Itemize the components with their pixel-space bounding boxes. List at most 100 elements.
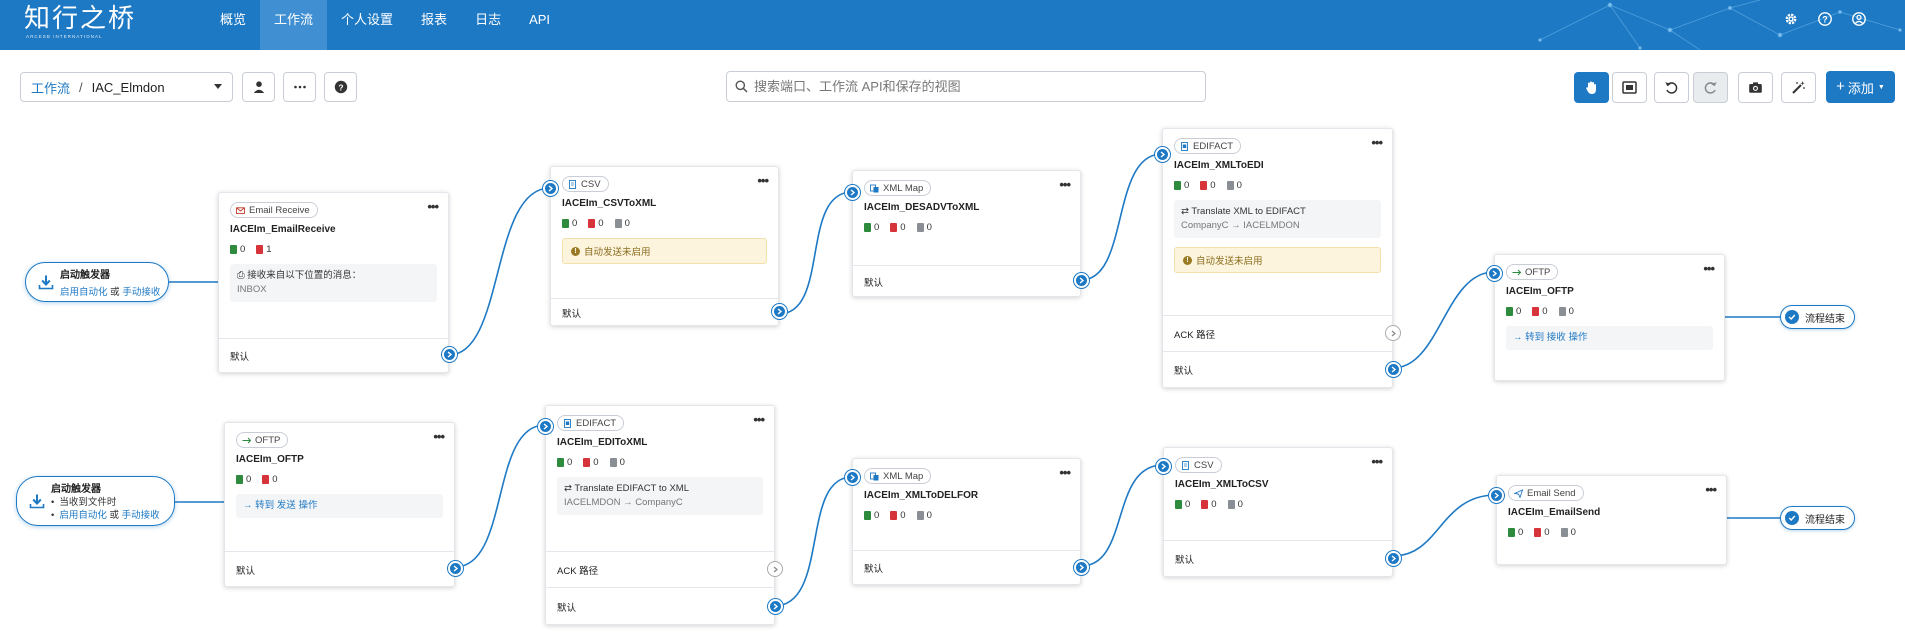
input-port[interactable] <box>538 419 553 434</box>
card-menu-button[interactable]: ••• <box>433 430 445 443</box>
output-port[interactable] <box>1074 560 1089 575</box>
card-menu-button[interactable]: ••• <box>1705 483 1717 496</box>
error-count[interactable]: 1 <box>256 244 272 255</box>
ack-output-port[interactable] <box>768 562 782 576</box>
error-count[interactable]: 0 <box>1200 180 1216 191</box>
snapshot-button[interactable] <box>1738 72 1773 103</box>
manual-receive-link[interactable]: 手动接收 <box>122 510 160 521</box>
input-port[interactable] <box>1487 266 1502 281</box>
success-count[interactable]: 0 <box>1175 499 1190 510</box>
error-count[interactable]: 0 <box>588 218 604 229</box>
input-port[interactable] <box>1489 488 1504 503</box>
manual-receive-link[interactable]: 手动接收 <box>122 287 160 298</box>
card-menu-button[interactable]: ••• <box>1371 136 1383 149</box>
pending-count[interactable]: 0 <box>1226 180 1242 191</box>
connector-card-xml-to-delfor[interactable]: XML Map IACEIm_XMLToDELFOR 0 0 0 ••• 默认 <box>845 458 1089 585</box>
input-port[interactable] <box>543 181 558 196</box>
output-port[interactable] <box>1074 273 1089 288</box>
card-menu-button[interactable]: ••• <box>1059 466 1071 479</box>
pending-count[interactable]: 0 <box>1560 527 1576 538</box>
go-to-action-link[interactable]: → 转到 发送 操作 <box>236 494 443 518</box>
connector-card-desadv-to-xml[interactable]: XML Map IACEIm_DESADVToXML 0 0 0 ••• 默认 <box>845 170 1089 297</box>
redo-button[interactable] <box>1693 72 1728 103</box>
error-count[interactable]: 0 <box>890 222 906 233</box>
start-trigger-1[interactable]: 启动触发器 启用自动化 或 手动接收 <box>25 262 169 302</box>
connector-card-edi-to-xml[interactable]: EDIFACT IACEIm_EDIToXML 0 0 0 ⇄ Translat… <box>538 405 783 625</box>
gear-icon[interactable] <box>1783 11 1799 27</box>
error-count[interactable]: 0 <box>583 457 599 468</box>
workflow-breadcrumb-select[interactable]: 工作流 / IAC_Elmdon <box>20 72 233 102</box>
pending-count[interactable]: 0 <box>916 222 932 233</box>
more-options-button[interactable] <box>283 72 316 102</box>
pending-count[interactable]: 0 <box>609 457 625 468</box>
connector-card-oftp-out[interactable]: OFTP IACEIm_OFTP 0 0 0 → 转到 接收 操作 ••• <box>1487 254 1725 381</box>
input-port[interactable] <box>1155 147 1170 162</box>
menu-logs[interactable]: 日志 <box>461 0 515 50</box>
menu-workflow[interactable]: 工作流 <box>260 0 328 50</box>
menu-reports[interactable]: 报表 <box>407 0 461 50</box>
start-trigger-2[interactable]: 启动触发器 当收到文件时 启用自动化 或 手动接收 <box>16 476 175 526</box>
input-port[interactable] <box>845 185 860 200</box>
connector-card-oftp-in[interactable]: OFTP IACEIm_OFTP 0 0 → 转到 发送 操作 ••• 默认 <box>224 422 463 587</box>
add-button[interactable]: + 添加 ▼ <box>1826 71 1895 103</box>
connector-card-xml-to-edi[interactable]: EDIFACT IACEIm_XMLToEDI 0 0 0 ⇄ Translat… <box>1155 128 1401 388</box>
pending-count[interactable]: 0 <box>1227 499 1243 510</box>
card-menu-button[interactable]: ••• <box>753 413 765 426</box>
menu-personal-settings[interactable]: 个人设置 <box>327 0 407 50</box>
success-count[interactable]: 0 <box>1506 306 1521 317</box>
workspace-user-button[interactable] <box>242 72 275 102</box>
error-count[interactable]: 0 <box>1201 499 1217 510</box>
ack-output-port[interactable] <box>1386 326 1400 340</box>
input-port[interactable] <box>845 470 860 485</box>
flow-end-2[interactable]: 流程结束 <box>1780 506 1855 530</box>
help-icon[interactable]: ? <box>1817 11 1833 27</box>
fit-view-button[interactable] <box>1612 72 1647 103</box>
pending-count[interactable]: 0 <box>1558 306 1574 317</box>
card-menu-button[interactable]: ••• <box>1703 262 1715 275</box>
output-port[interactable] <box>442 347 457 362</box>
success-count[interactable]: 0 <box>864 510 879 521</box>
search-input[interactable] <box>754 79 1194 94</box>
success-count[interactable]: 0 <box>236 474 251 485</box>
success-count[interactable]: 0 <box>864 222 879 233</box>
enable-automation-link[interactable]: 启用自动化 <box>60 287 108 298</box>
connector-card-csv-to-xml[interactable]: CSV IACEIm_CSVToXML 0 0 0 ! 自动发送未启用 ••• 默… <box>543 166 787 326</box>
error-count[interactable]: 0 <box>890 510 906 521</box>
input-port[interactable] <box>1156 459 1171 474</box>
card-menu-button[interactable]: ••• <box>427 200 439 213</box>
flow-end-1[interactable]: 流程结束 <box>1780 305 1855 329</box>
success-count[interactable]: 0 <box>562 218 577 229</box>
connector-card-email-send[interactable]: Email Send IACEIm_EmailSend 0 0 0 ••• <box>1489 475 1727 565</box>
pending-count[interactable]: 0 <box>916 510 932 521</box>
connector-card-email-receive[interactable]: Email Receive IACEIm_EmailReceive 0 1 ⎙ … <box>218 192 457 373</box>
output-port[interactable] <box>1386 362 1401 377</box>
app-logo[interactable]: 知行之桥 ARCESB INTERNATIONAL <box>24 4 136 39</box>
enable-automation-link[interactable]: 启用自动化 <box>59 510 107 521</box>
pan-mode-button[interactable] <box>1574 72 1609 103</box>
undo-button[interactable] <box>1654 72 1689 103</box>
menu-overview[interactable]: 概览 <box>206 0 260 50</box>
output-port[interactable] <box>1386 551 1401 566</box>
success-count[interactable]: 0 <box>557 457 572 468</box>
error-count[interactable]: 0 <box>262 474 278 485</box>
auto-layout-button[interactable] <box>1781 72 1816 103</box>
connector-card-xml-to-csv[interactable]: CSV IACEIm_XMLToCSV 0 0 0 ••• 默认 <box>1156 447 1401 577</box>
success-count[interactable]: 0 <box>1174 180 1189 191</box>
menu-api[interactable]: API <box>515 0 564 50</box>
breadcrumb-workflow-link[interactable]: 工作流 <box>31 78 70 97</box>
search-box[interactable] <box>726 71 1206 102</box>
help-button[interactable]: ? <box>324 72 357 102</box>
output-port[interactable] <box>448 561 463 576</box>
go-to-action-link[interactable]: → 转到 接收 操作 <box>1506 326 1713 350</box>
output-port[interactable] <box>772 304 787 319</box>
error-count[interactable]: 0 <box>1534 527 1550 538</box>
user-icon[interactable] <box>1851 11 1867 27</box>
error-count[interactable]: 0 <box>1532 306 1548 317</box>
card-menu-button[interactable]: ••• <box>757 174 769 187</box>
card-menu-button[interactable]: ••• <box>1059 178 1071 191</box>
success-count[interactable]: 0 <box>1508 527 1523 538</box>
output-port[interactable] <box>768 599 783 614</box>
pending-count[interactable]: 0 <box>614 218 630 229</box>
card-menu-button[interactable]: ••• <box>1371 455 1383 468</box>
success-count[interactable]: 0 <box>230 244 245 255</box>
